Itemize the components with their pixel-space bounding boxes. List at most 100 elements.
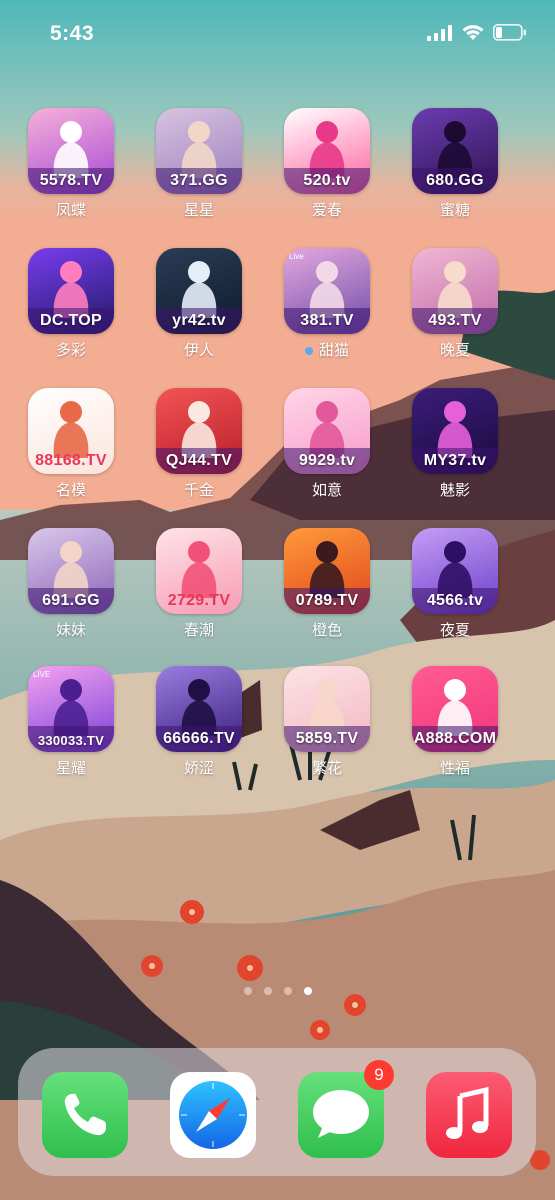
safari-compass-icon	[179, 1081, 247, 1149]
app-label: 如意	[277, 479, 377, 500]
app-label: 甜猫	[277, 339, 377, 360]
chun-character-icon: 520.tv	[284, 108, 370, 194]
app-a888-com[interactable]: A888.COM 性福	[405, 666, 505, 778]
app-label: 魅影	[405, 479, 505, 500]
app-label: 春潮	[149, 619, 249, 640]
model-profile-icon: 88168.TV	[28, 388, 114, 474]
page-indicator[interactable]	[0, 987, 555, 995]
messages-app[interactable]: 9	[298, 1060, 394, 1158]
app-label: 爱春	[277, 199, 377, 220]
app-label-text: 爱春	[311, 201, 342, 219]
app-domain: 0789.TV	[295, 592, 359, 609]
colorful-woman-icon: DC.TOP	[28, 248, 114, 334]
app-label: 妹妹	[21, 619, 121, 640]
app-label-text: 妹妹	[55, 621, 86, 639]
cellular-signal-icon	[427, 24, 452, 41]
page-dot	[263, 987, 272, 995]
app-371-gg[interactable]: 371.GG 星星	[149, 108, 249, 220]
app-label-text: 名模	[55, 481, 86, 499]
app-domain: 5578.TV	[39, 172, 103, 189]
app-label: 名模	[21, 479, 121, 500]
app-label-text: 春潮	[183, 621, 214, 639]
page-dot	[243, 987, 252, 995]
status-icons	[427, 24, 527, 41]
app-domain: 520.tv	[303, 172, 351, 189]
app-label-text: 橙色	[311, 621, 342, 639]
app-label-text: 凤蝶	[55, 201, 86, 219]
app-label: 娇涩	[149, 757, 249, 778]
app-680-gg[interactable]: 680.GG 蜜糖	[405, 108, 505, 220]
app-label: 性福	[405, 757, 505, 778]
app-label: 多彩	[21, 339, 121, 360]
app-label: 星星	[149, 199, 249, 220]
pink-silhouette-icon: 9929.tv	[284, 388, 370, 474]
portrait-woman-icon: 371.GG	[156, 108, 242, 194]
app-domain: 2729.TV	[167, 592, 231, 609]
butterfly-logo-icon: 5578.TV	[28, 108, 114, 194]
dock: 9	[18, 1048, 536, 1176]
app-66666-tv[interactable]: 66666.TV 娇涩	[149, 666, 249, 778]
app-9929-tv[interactable]: 9929.tv 如意	[277, 388, 377, 500]
app-domain: 371.GG	[170, 172, 228, 189]
yi-character-icon: yr42.tv	[156, 248, 242, 334]
app-yr42-tv[interactable]: yr42.tv 伊人	[149, 248, 249, 360]
app-label-text: 星星	[183, 201, 214, 219]
qipao-woman-icon: 0789.TV	[284, 528, 370, 614]
app-label: 千金	[149, 479, 249, 500]
app-381-tv[interactable]: 381.TV Live 甜猫	[277, 248, 377, 360]
app-label-text: 性福	[439, 759, 470, 777]
safari-app[interactable]	[170, 1072, 256, 1158]
app-label: 繁花	[277, 757, 377, 778]
app-label-text: 魅影	[439, 481, 470, 499]
star-woman-icon: 330033.TV LIVE	[28, 666, 114, 752]
app-0789-tv[interactable]: 0789.TV 橙色	[277, 528, 377, 640]
dancer-icon: 2729.TV	[156, 528, 242, 614]
app-label: 星耀	[21, 757, 121, 778]
shy-silhouette-icon: 66666.TV	[156, 666, 242, 752]
app-label-text: 娇涩	[183, 759, 214, 777]
app-domain: yr42.tv	[172, 312, 226, 329]
app-domain: 88168.TV	[35, 452, 107, 469]
flower-woman-icon: 5859.TV	[284, 666, 370, 752]
app-label: 伊人	[149, 339, 249, 360]
page-dot	[283, 987, 292, 995]
live-tag: LIVE	[33, 670, 51, 679]
app-label-text: 夜夏	[439, 621, 470, 639]
app-dc-top[interactable]: DC.TOP 多彩	[21, 248, 121, 360]
app-4566-tv[interactable]: 4566.tv 夜夏	[405, 528, 505, 640]
night-silhouette-icon: 4566.tv	[412, 528, 498, 614]
app-label-text: 蜜糖	[439, 201, 470, 219]
app-domain: 4566.tv	[426, 592, 484, 609]
app-label-text: 如意	[311, 481, 342, 499]
app-520-tv[interactable]: 520.tv 爱春	[277, 108, 377, 220]
app-5859-tv[interactable]: 5859.TV 繁花	[277, 666, 377, 778]
app-label-text: 甜猫	[318, 341, 349, 359]
app-domain: A888.COM	[413, 730, 497, 747]
app-label: 晚夏	[405, 339, 505, 360]
app-2729-tv[interactable]: 2729.TV 春潮	[149, 528, 249, 640]
app-label-text: 繁花	[311, 759, 342, 777]
app-88168-tv[interactable]: 88168.TV 名模	[21, 388, 121, 500]
app-domain: 691.GG	[42, 592, 100, 609]
app-domain: MY37.tv	[423, 452, 487, 469]
app-691-gg[interactable]: 691.GG 妹妹	[21, 528, 121, 640]
app-domain: 5859.TV	[295, 730, 359, 747]
wifi-icon	[462, 25, 484, 40]
app-493-tv[interactable]: 493.TV 晚夏	[405, 248, 505, 360]
app-qj44-tv[interactable]: QJ44.TV 千金	[149, 388, 249, 500]
app-330033-tv[interactable]: 330033.TV LIVE 星耀	[21, 666, 121, 778]
app-domain: 66666.TV	[163, 730, 235, 747]
lady-umbrella-icon: QJ44.TV	[156, 388, 242, 474]
phone-app[interactable]	[42, 1072, 128, 1158]
m-letter-icon: MY37.tv	[412, 388, 498, 474]
app-my37-tv[interactable]: MY37.tv 魅影	[405, 388, 505, 500]
girl-portrait-icon: 691.GG	[28, 528, 114, 614]
moon-silhouette-icon: 680.GG	[412, 108, 498, 194]
app-domain: 381.TV	[300, 312, 354, 329]
cat-girl-icon: 381.TV Live	[284, 248, 370, 334]
live-tag: Live	[289, 252, 304, 261]
page-dot-current	[303, 987, 312, 995]
music-app[interactable]	[426, 1072, 512, 1158]
app-5578-tv[interactable]: 5578.TV 凤蝶	[21, 108, 121, 220]
app-domain: QJ44.TV	[165, 452, 233, 469]
